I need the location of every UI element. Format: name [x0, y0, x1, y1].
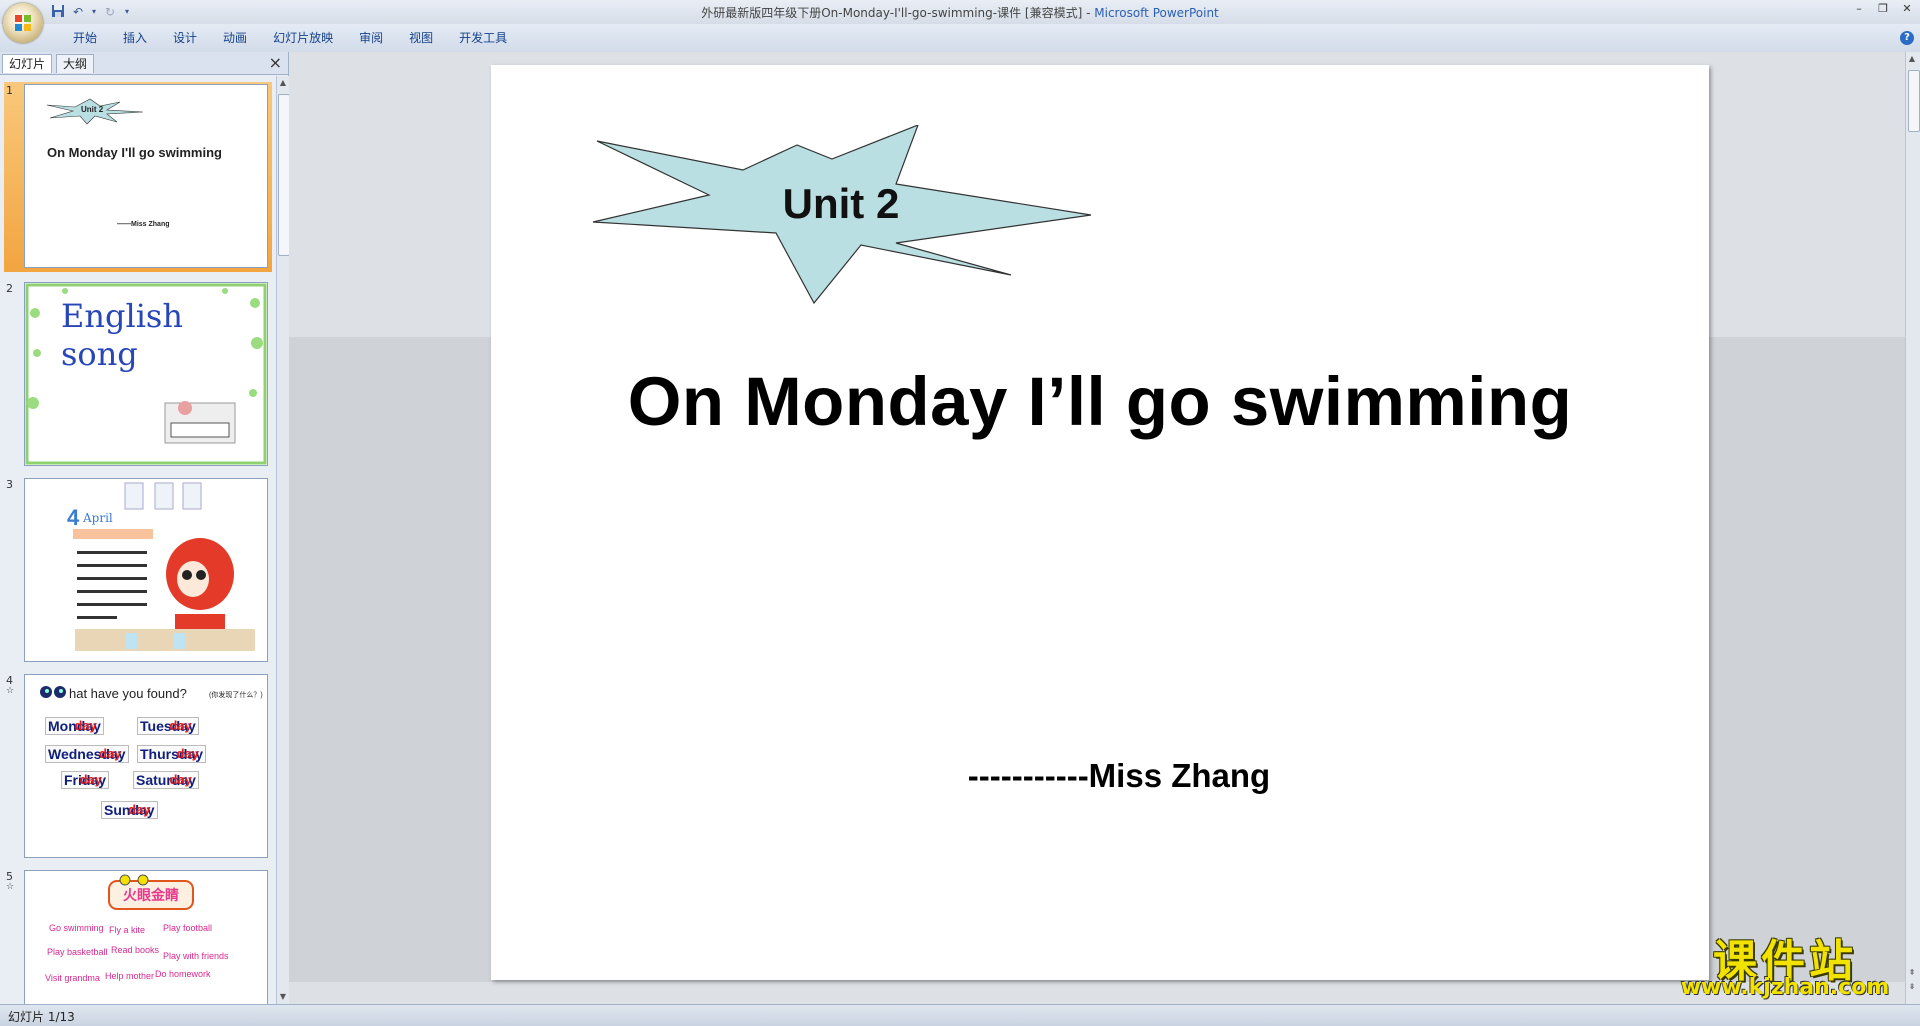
minimize-icon[interactable]: – [1852, 2, 1866, 16]
close-icon[interactable]: ✕ [1900, 2, 1914, 16]
day-card: Tuesday day [137, 717, 199, 735]
day-card: Wednesday day [45, 745, 129, 763]
ribbon-tab[interactable]: 开始 [60, 30, 110, 46]
animation-star-icon: ☆ [6, 686, 15, 696]
animation-star-icon: ☆ [6, 882, 15, 892]
scroll-up-icon[interactable]: ▲ [1907, 54, 1917, 64]
slide-number: 1 [6, 84, 13, 97]
status-bar: 幻灯片 1/13 [0, 1004, 1920, 1026]
ribbon-tab[interactable]: 幻灯片放映 [260, 30, 346, 46]
phrase-item: Help mother [105, 971, 155, 981]
thumb-unit-label: Unit 2 [81, 105, 104, 114]
day-overlay: day [169, 772, 192, 787]
undo-icon[interactable]: ↶ [70, 4, 86, 20]
help-icon[interactable]: ? [1900, 31, 1914, 45]
customize-toolbar-icon[interactable]: ▾ [122, 4, 132, 20]
ribbon-tabs: 开始 插入 设计 动画 幻灯片放映 审阅 视图 开发工具 [60, 30, 520, 46]
slide-number: 3 [6, 478, 13, 491]
undo-dropdown-icon[interactable]: ▾ [90, 4, 98, 20]
tab-slides[interactable]: 幻灯片 [2, 54, 53, 73]
slide-thumbnail-1[interactable]: Unit 2 On Monday I'll go swimming ——Miss… [24, 84, 268, 268]
ribbon-tab[interactable]: 视图 [396, 30, 446, 46]
slide-author[interactable]: -----------Miss Zhang [719, 757, 1519, 795]
thumbnails-scrollbar[interactable]: ▲ ▼ [276, 76, 290, 1004]
day-card: Thursday day [137, 745, 207, 763]
office-button[interactable] [3, 3, 43, 43]
day-overlay: day [99, 746, 122, 761]
tab-outline[interactable]: 大纲 [56, 54, 95, 73]
slide-number: 2 [6, 282, 13, 295]
slides-pane: 幻灯片 大纲 × 1 Unit 2 On Monday I'll go swim… [0, 52, 290, 1004]
thumb-subheading: (你发现了什么？) [209, 692, 263, 699]
calendar-cartoon-illustration [73, 482, 255, 651]
slide-thumbnails: 1 Unit 2 On Monday I'll go swimming ——Mi… [0, 76, 274, 1004]
editor-scrollbar[interactable]: ▲ ⇞ ⇟ [1905, 52, 1920, 1004]
phrase-item: Visit grandma [45, 973, 100, 983]
phrase-item: Play with friends [163, 951, 229, 961]
thumb-title: On Monday I'll go swimming [47, 145, 222, 160]
thumb-heading: hat have you found? [69, 686, 187, 701]
day-overlay: day [128, 802, 151, 817]
watermark-logo: 课件站 www.kjzhan.com [1665, 925, 1915, 1003]
day-overlay: day [74, 718, 97, 733]
slide-editor: Unit 2 On Monday I’ll go swimming ------… [289, 52, 1905, 1004]
thumb-author: ——Miss Zhang [117, 221, 170, 228]
ribbon: 开始 插入 设计 动画 幻灯片放映 审阅 视图 开发工具 ? [0, 24, 1920, 53]
day-card: Monday day [45, 717, 104, 735]
title-bar: 外研最新版四年级下册On-Monday-I'll-go-swimming-课件 … [0, 0, 1920, 24]
phrase-item: Fly a kite [109, 925, 146, 935]
day-card: Friday day [61, 771, 110, 789]
save-icon[interactable] [50, 4, 66, 20]
slide-thumbnail-5[interactable]: 火眼金睛 Go swimming Fly a kite Play football P… [24, 870, 268, 1004]
day-overlay: day [79, 772, 103, 787]
slide-thumbnail-3[interactable]: 4 April [24, 478, 268, 662]
scroll-up-icon[interactable]: ▲ [278, 78, 288, 88]
slide-thumbnail-2[interactable]: English song [24, 282, 268, 466]
thumb-badge: 火眼金睛 [123, 887, 179, 903]
quick-access-toolbar: ↶ ▾ ↻ ▾ [50, 2, 132, 22]
watermark-url: www.kjzhan.com [1680, 975, 1890, 1000]
unit-label[interactable]: Unit 2 [741, 180, 941, 228]
ribbon-tab[interactable]: 插入 [110, 30, 160, 46]
restore-icon[interactable]: ❐ [1876, 2, 1890, 16]
slide-counter: 幻灯片 1/13 [8, 1010, 75, 1024]
office-logo-icon [15, 15, 31, 31]
thumb-heading: English song [61, 297, 183, 373]
phrase-item: Go swimming [49, 923, 104, 933]
slide-title[interactable]: On Monday I’ll go swimming [491, 362, 1709, 441]
phrase-item: Play football [163, 923, 213, 933]
ribbon-tab[interactable]: 动画 [210, 30, 260, 46]
slide-thumbnail-4[interactable]: hat have you found? (你发现了什么？) Monday day T… [24, 674, 268, 858]
phrase-item: Play basketball [47, 947, 108, 957]
phrase-item: Read books [111, 945, 160, 955]
pane-close-icon[interactable]: × [269, 54, 282, 72]
phrase-item: Do homework [155, 969, 211, 979]
scroll-down-icon[interactable]: ▼ [278, 992, 288, 1002]
ribbon-tab[interactable]: 开发工具 [446, 30, 520, 46]
ribbon-tab[interactable]: 设计 [160, 30, 210, 46]
day-overlay: day [169, 718, 192, 733]
scrollbar-thumb[interactable] [1908, 70, 1920, 132]
day-card: Saturday day [133, 771, 199, 789]
window-title: 外研最新版四年级下册On-Monday-I'll-go-swimming-课件 … [701, 6, 1219, 20]
eyes-icon [40, 686, 66, 698]
current-slide[interactable]: Unit 2 On Monday I’ll go swimming ------… [491, 65, 1709, 980]
redo-icon[interactable]: ↻ [102, 4, 118, 20]
pane-tabs: 幻灯片 大纲 × [0, 52, 288, 75]
window-controls: – ❐ ✕ [1852, 2, 1914, 16]
day-overlay: day [176, 746, 200, 761]
day-card: Sunday day [101, 801, 158, 819]
ribbon-tab[interactable]: 审阅 [346, 30, 396, 46]
